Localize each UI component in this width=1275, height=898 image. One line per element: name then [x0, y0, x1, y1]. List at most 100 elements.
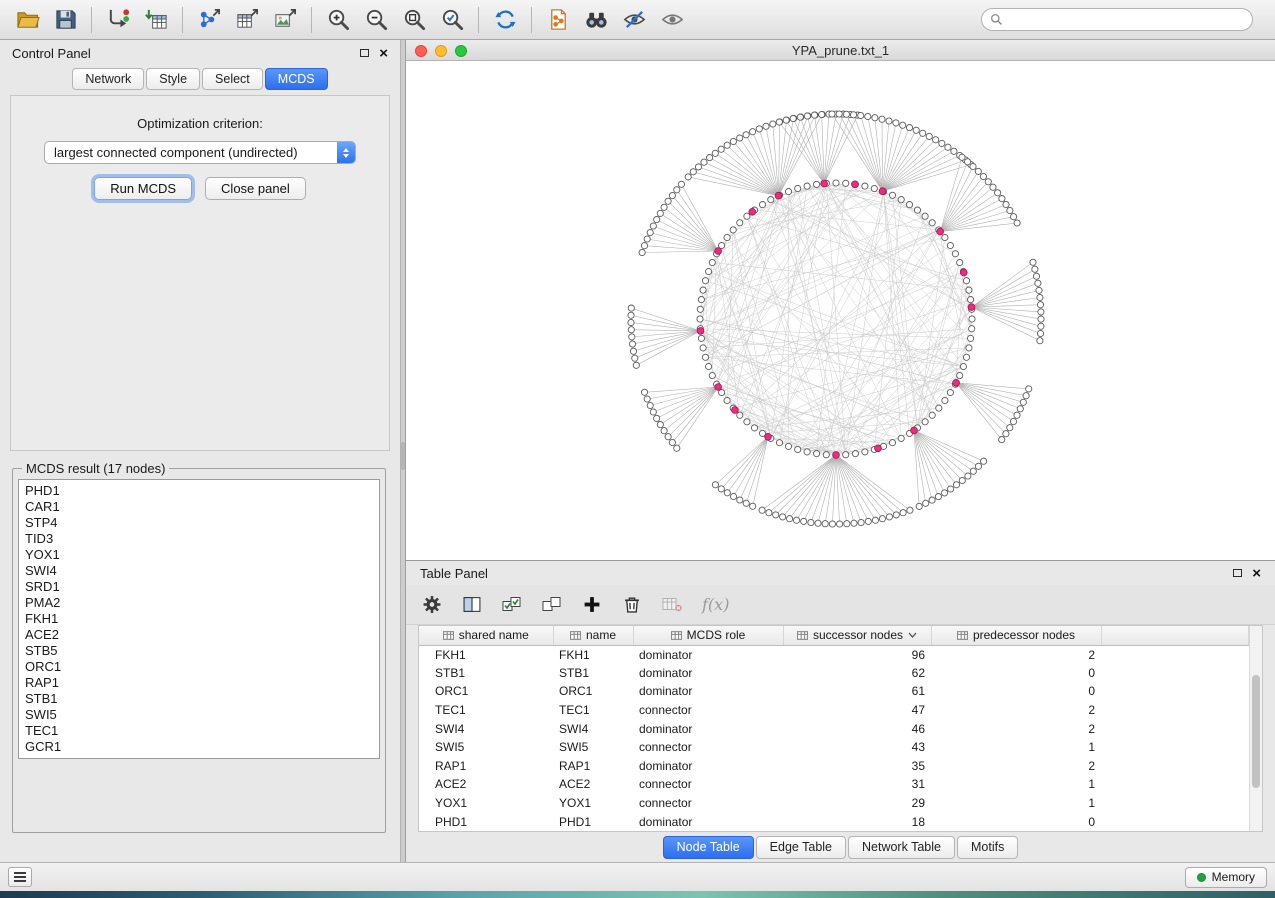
- network-node[interactable]: [965, 159, 971, 165]
- mcds-node-item[interactable]: PHD1: [25, 483, 373, 499]
- import-network-icon[interactable]: [99, 3, 137, 37]
- network-node[interactable]: [804, 183, 810, 189]
- network-node[interactable]: [724, 234, 730, 240]
- network-node[interactable]: [900, 122, 906, 128]
- network-node[interactable]: [759, 507, 765, 513]
- network-node[interactable]: [935, 494, 941, 500]
- network-node[interactable]: [730, 493, 736, 499]
- float-panel-icon[interactable]: [360, 49, 369, 57]
- network-node[interactable]: [756, 126, 762, 132]
- network-node[interactable]: [920, 130, 926, 136]
- network-node[interactable]: [783, 117, 789, 123]
- network-node[interactable]: [914, 207, 920, 213]
- network-node[interactable]: [1030, 259, 1036, 265]
- network-node[interactable]: [811, 112, 817, 118]
- network-node[interactable]: [647, 402, 653, 408]
- network-node[interactable]: [702, 278, 708, 284]
- network-node[interactable]: [981, 458, 987, 464]
- close-panel-button[interactable]: Close panel: [205, 177, 306, 200]
- network-node[interactable]: [730, 227, 736, 233]
- network-node[interactable]: [790, 115, 796, 121]
- tab-select[interactable]: Select: [202, 68, 263, 90]
- close-panel-icon[interactable]: ×: [1252, 566, 1261, 581]
- network-node[interactable]: [785, 443, 791, 449]
- table-row[interactable]: PHD1PHD1dominator180: [419, 812, 1249, 831]
- network-node[interactable]: [701, 159, 707, 165]
- network-node[interactable]: [1038, 309, 1044, 315]
- network-node[interactable]: [959, 477, 965, 483]
- search-input[interactable]: [1008, 13, 1244, 27]
- run-mcds-button[interactable]: Run MCDS: [94, 177, 192, 200]
- mcds-node-item[interactable]: RAP1: [25, 675, 373, 691]
- network-node[interactable]: [963, 354, 969, 360]
- network-node[interactable]: [1007, 207, 1013, 213]
- network-node[interactable]: [1037, 330, 1043, 336]
- network-node[interactable]: [629, 334, 635, 340]
- network-node[interactable]: [815, 520, 821, 526]
- network-node[interactable]: [939, 140, 945, 146]
- network-node[interactable]: [661, 204, 667, 210]
- network-window-titlebar[interactable]: YPA_prune.txt_1: [406, 40, 1275, 61]
- network-node[interactable]: [833, 180, 839, 186]
- network-node[interactable]: [698, 335, 704, 341]
- network-node[interactable]: [808, 519, 814, 525]
- network-node[interactable]: [718, 146, 724, 152]
- network-node[interactable]: [1003, 431, 1009, 437]
- network-node[interactable]: [787, 516, 793, 522]
- network-node[interactable]: [744, 213, 750, 219]
- network-node[interactable]: [985, 179, 991, 185]
- network-node[interactable]: [819, 111, 825, 117]
- table-row[interactable]: RAP1RAP1dominator352: [419, 757, 1249, 776]
- mcds-node-item[interactable]: TID3: [25, 531, 373, 547]
- network-node[interactable]: [743, 500, 749, 506]
- network-node[interactable]: [814, 451, 820, 457]
- network-node[interactable]: [776, 119, 782, 125]
- mcds-node-item[interactable]: TEC1: [25, 723, 373, 739]
- hide-selected-icon[interactable]: [615, 3, 653, 37]
- network-node[interactable]: [630, 348, 636, 354]
- network-node[interactable]: [669, 192, 675, 198]
- mcds-node-item[interactable]: SRD1: [25, 579, 373, 595]
- network-node[interactable]: [922, 419, 928, 425]
- network-node[interactable]: [862, 183, 868, 189]
- network-node[interactable]: [929, 412, 935, 418]
- network-view[interactable]: [406, 61, 1275, 560]
- network-node[interactable]: [632, 355, 638, 361]
- dominator-node[interactable]: [749, 208, 756, 215]
- mcds-node-item[interactable]: GCR1: [25, 739, 373, 755]
- network-node[interactable]: [780, 514, 786, 520]
- table-row[interactable]: SWI4SWI4dominator462: [419, 719, 1249, 738]
- mcds-result-list[interactable]: PHD1CAR1STP4TID3YOX1SWI4SRD1PMA2FKH1ACE2…: [18, 479, 380, 759]
- network-node[interactable]: [718, 486, 724, 492]
- network-node[interactable]: [999, 196, 1005, 202]
- table-scrollbar-thumb[interactable]: [1252, 675, 1260, 788]
- close-window-icon[interactable]: [415, 45, 427, 57]
- network-node[interactable]: [685, 174, 691, 180]
- network-node[interactable]: [999, 437, 1005, 443]
- network-node[interactable]: [706, 363, 712, 369]
- network-node[interactable]: [698, 297, 704, 303]
- network-node[interactable]: [858, 519, 864, 525]
- network-node[interactable]: [957, 372, 963, 378]
- network-node[interactable]: [776, 440, 782, 446]
- network-node[interactable]: [966, 287, 972, 293]
- network-node[interactable]: [900, 510, 906, 516]
- memory-button[interactable]: Memory: [1185, 867, 1267, 888]
- network-node[interactable]: [1026, 386, 1032, 392]
- find-icon[interactable]: [577, 3, 615, 37]
- network-node[interactable]: [850, 112, 856, 118]
- network-node[interactable]: [990, 184, 996, 190]
- network-node[interactable]: [674, 187, 680, 193]
- network-node[interactable]: [654, 415, 660, 421]
- network-node[interactable]: [959, 154, 965, 160]
- refresh-layout-icon[interactable]: [486, 3, 524, 37]
- network-node[interactable]: [700, 287, 706, 293]
- network-node[interactable]: [929, 220, 935, 226]
- network-node[interactable]: [737, 497, 743, 503]
- zoom-in-icon[interactable]: [319, 3, 357, 37]
- network-node[interactable]: [633, 362, 639, 368]
- settings-gear-icon[interactable]: [422, 595, 442, 614]
- network-node[interactable]: [737, 412, 743, 418]
- table-row[interactable]: TEC1TEC1connector472: [419, 701, 1249, 720]
- network-node[interactable]: [697, 316, 703, 322]
